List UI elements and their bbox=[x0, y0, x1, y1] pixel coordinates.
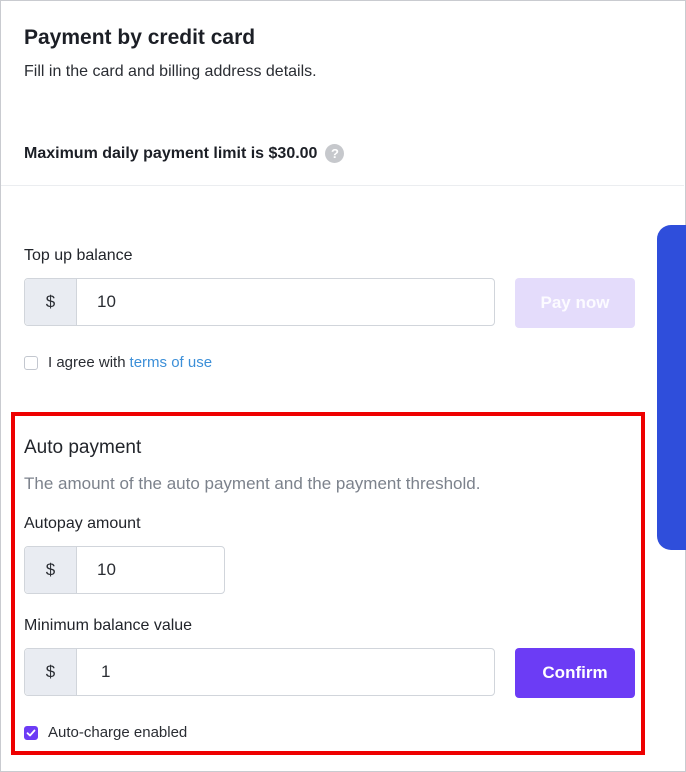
terms-agreement: I agree with terms of use bbox=[24, 354, 212, 371]
auto-charge-label: Auto-charge enabled bbox=[48, 724, 188, 741]
min-balance-label: Minimum balance value bbox=[24, 617, 193, 634]
daily-limit-info: Maximum daily payment limit is $30.00 ? bbox=[24, 144, 345, 163]
agree-text: I agree with bbox=[48, 354, 126, 371]
currency-prefix: $ bbox=[25, 547, 77, 593]
checkmark-icon bbox=[26, 729, 36, 736]
question-circle-icon[interactable]: ? bbox=[325, 144, 345, 163]
page-title: Payment by credit card bbox=[24, 26, 256, 49]
side-panel-tab[interactable] bbox=[657, 225, 686, 550]
page-subtitle: Fill in the card and billing address det… bbox=[24, 63, 317, 80]
auto-charge-checkbox[interactable] bbox=[24, 725, 38, 740]
daily-limit-text: Maximum daily payment limit is $30.00 bbox=[24, 144, 318, 162]
topup-amount-input[interactable]: 10 bbox=[77, 279, 494, 325]
autopay-amount-field[interactable]: $ 10 bbox=[24, 546, 225, 594]
topup-amount-field[interactable]: $ 10 bbox=[24, 278, 495, 326]
autopay-amount-input[interactable]: 10 bbox=[77, 547, 224, 593]
currency-prefix: $ bbox=[25, 279, 77, 325]
auto-payment-description: The amount of the auto payment and the p… bbox=[24, 474, 481, 493]
divider bbox=[1, 185, 684, 186]
pay-now-button[interactable]: Pay now bbox=[515, 278, 635, 328]
auto-charge-toggle: Auto-charge enabled bbox=[24, 724, 187, 741]
min-balance-input[interactable]: 1 bbox=[77, 649, 494, 695]
topup-label: Top up balance bbox=[24, 247, 133, 264]
terms-of-use-link[interactable]: terms of use bbox=[130, 354, 213, 371]
min-balance-field[interactable]: $ 1 bbox=[24, 648, 495, 696]
confirm-button[interactable]: Confirm bbox=[515, 648, 635, 698]
terms-checkbox[interactable] bbox=[24, 355, 38, 370]
autopay-amount-label: Autopay amount bbox=[24, 515, 141, 532]
currency-prefix: $ bbox=[25, 649, 77, 695]
auto-payment-title: Auto payment bbox=[24, 437, 142, 458]
